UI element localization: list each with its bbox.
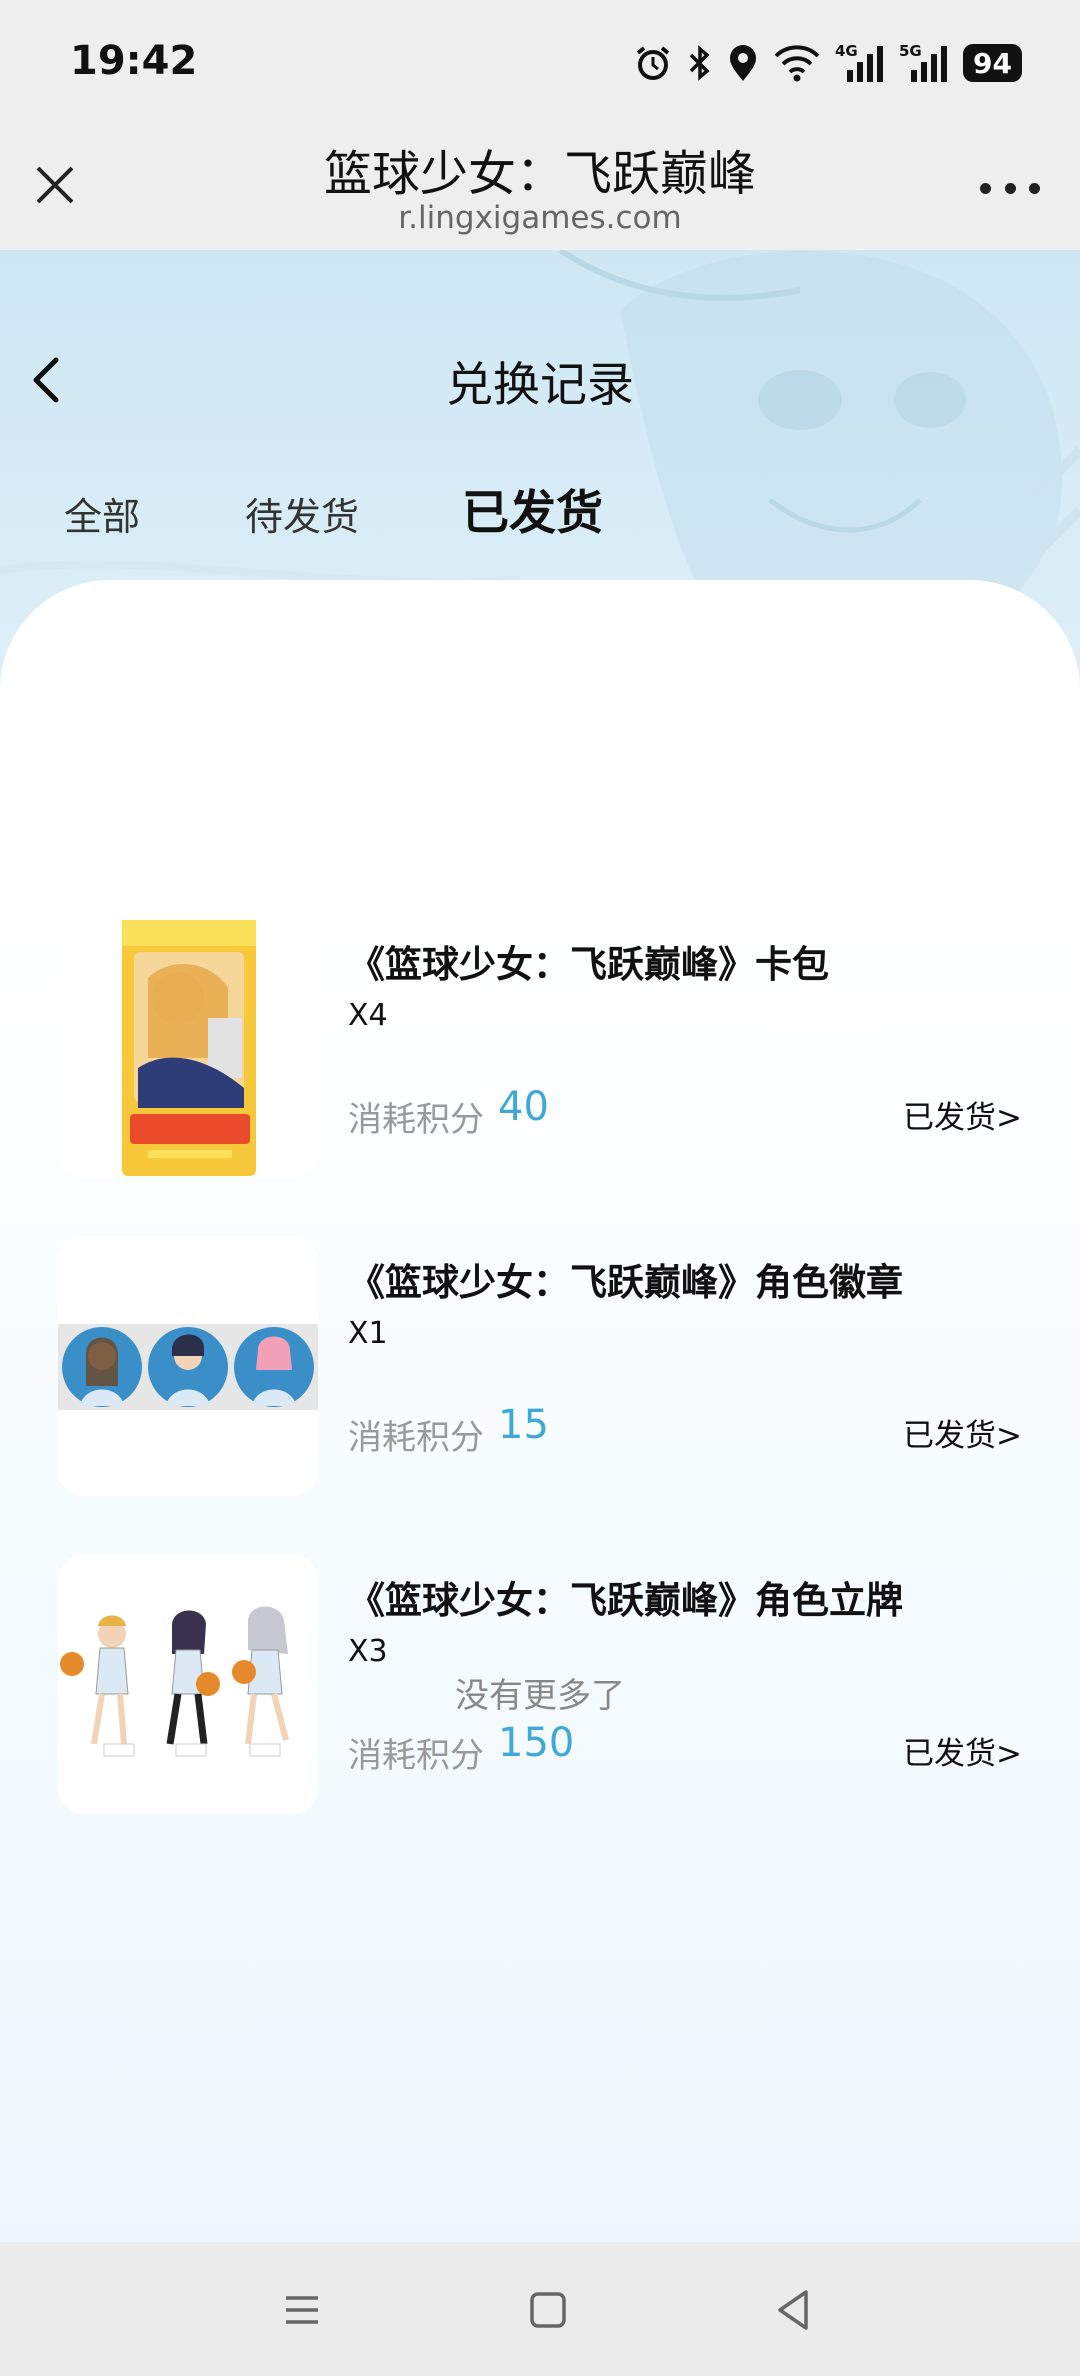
no-more-text: 没有更多了 [455, 1676, 625, 1716]
exchange-records-page: 兑换记录 全部 待发货 已发货 《篮球少女：飞跃巅峰》卡包 X4 消耗积分 40… [0, 250, 1080, 2242]
bluetooth-icon [689, 45, 710, 81]
item-name: 《篮球少女：飞跃巅峰》角色立牌 [348, 1579, 903, 1622]
item-quantity: X4 [348, 998, 388, 1033]
browser-url: r.lingxigames.com [398, 200, 682, 236]
tab-shipped[interactable]: 已发货 [462, 474, 603, 543]
item-quantity: X3 [348, 1634, 388, 1669]
status-bar: 19:42 4G 5G 94 [0, 0, 1080, 124]
badges-image [58, 1236, 318, 1496]
card-pack-image [58, 918, 318, 1178]
cost-label: 消耗积分 [348, 1100, 484, 1140]
record-item[interactable]: 《篮球少女：飞跃巅峰》卡包 X4 消耗积分 40 已发货> [0, 918, 1080, 1180]
cost-label: 消耗积分 [348, 1418, 484, 1458]
net-4g-label: 4G [835, 42, 858, 60]
record-item[interactable]: 《篮球少女：飞跃巅峰》角色徽章 X1 消耗积分 15 已发货> [0, 1236, 1080, 1498]
tab-all[interactable]: 全部 [64, 486, 140, 541]
signal-4g-icon: 4G [835, 42, 884, 82]
signal-5g-icon: 5G [899, 42, 948, 82]
tab-pending[interactable]: 待发货 [245, 486, 359, 541]
home-icon[interactable] [520, 2282, 576, 2338]
item-quantity: X1 [348, 1316, 388, 1351]
cost-value: 40 [498, 1084, 549, 1130]
shipping-status-link[interactable]: 已发货> [903, 1728, 1022, 1773]
more-dots-icon[interactable] [980, 180, 1040, 196]
browser-header: 篮球少女：飞跃巅峰 r.lingxigames.com [0, 124, 1080, 250]
tab-bar: 全部 待发货 已发货 [0, 470, 1080, 543]
cost-label: 消耗积分 [348, 1736, 484, 1776]
system-nav-bar [0, 2242, 1080, 2376]
records-panel: 《篮球少女：飞跃巅峰》卡包 X4 消耗积分 40 已发货> 《篮球少女：飞跃巅峰… [0, 580, 1080, 2242]
menu-icon[interactable] [274, 2282, 330, 2338]
battery-indicator: 94 [963, 44, 1022, 82]
status-time: 19:42 [70, 38, 198, 84]
alarm-icon [636, 46, 670, 80]
item-name: 《篮球少女：飞跃巅峰》角色徽章 [348, 1261, 903, 1304]
net-5g-label: 5G [899, 42, 922, 60]
status-icons: 4G 5G 94 [633, 38, 1022, 88]
shipping-status-link[interactable]: 已发货> [903, 1092, 1022, 1137]
page-title: 兑换记录 [446, 358, 634, 413]
location-icon [730, 45, 757, 81]
back-nav-icon[interactable] [766, 2282, 822, 2338]
shipping-status-link[interactable]: 已发货> [903, 1410, 1022, 1455]
item-name: 《篮球少女：飞跃巅峰》卡包 [348, 943, 829, 986]
cost-value: 150 [498, 1720, 575, 1766]
browser-title: 篮球少女：飞跃巅峰 [323, 146, 756, 202]
cost-value: 15 [498, 1402, 549, 1448]
wifi-icon [774, 45, 820, 82]
